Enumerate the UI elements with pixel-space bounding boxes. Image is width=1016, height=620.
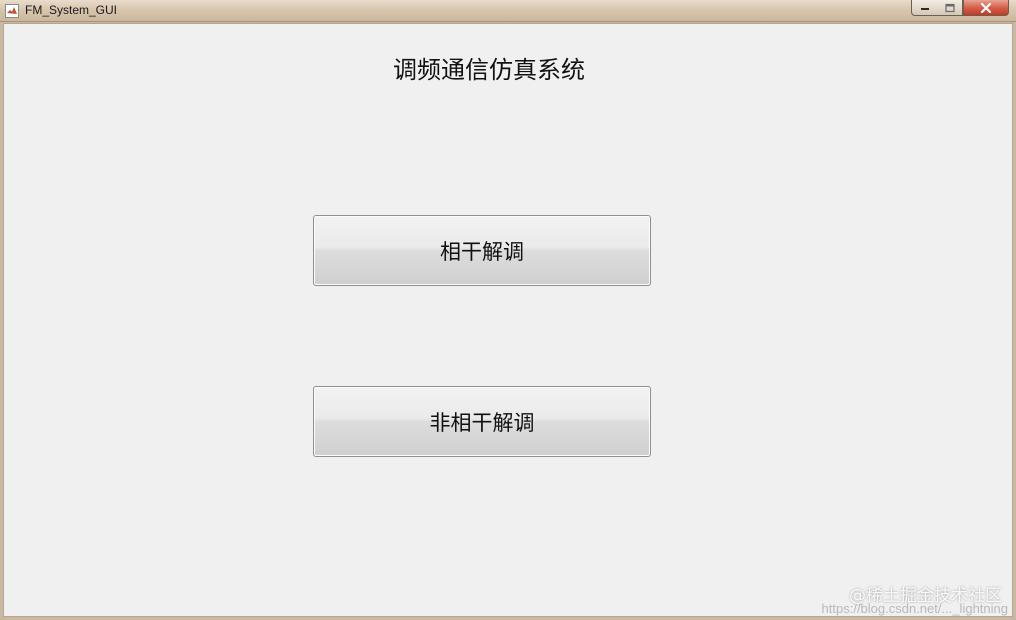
application-window: FM_System_GUI 调频通信仿真系统 相干解调 非相干解调 https:… [0, 0, 1016, 620]
matlab-icon[interactable] [5, 4, 19, 18]
maximize-icon [944, 3, 955, 12]
page-title: 调频通信仿真系统 [393, 56, 585, 84]
maximize-button[interactable] [937, 0, 963, 16]
minimize-icon [920, 7, 929, 10]
title-bar[interactable]: FM_System_GUI [0, 0, 1016, 22]
minimize-button[interactable] [911, 0, 938, 16]
watermark: @稀土掘金技术社区 [849, 586, 1002, 606]
coherent-demodulation-button[interactable]: 相干解调 [313, 215, 651, 286]
close-button[interactable] [963, 0, 1009, 16]
figure-client-area: 调频通信仿真系统 相干解调 非相干解调 [3, 23, 1013, 617]
close-icon [980, 2, 992, 13]
noncoherent-demodulation-button[interactable]: 非相干解调 [313, 386, 651, 457]
window-title: FM_System_GUI [25, 3, 118, 17]
